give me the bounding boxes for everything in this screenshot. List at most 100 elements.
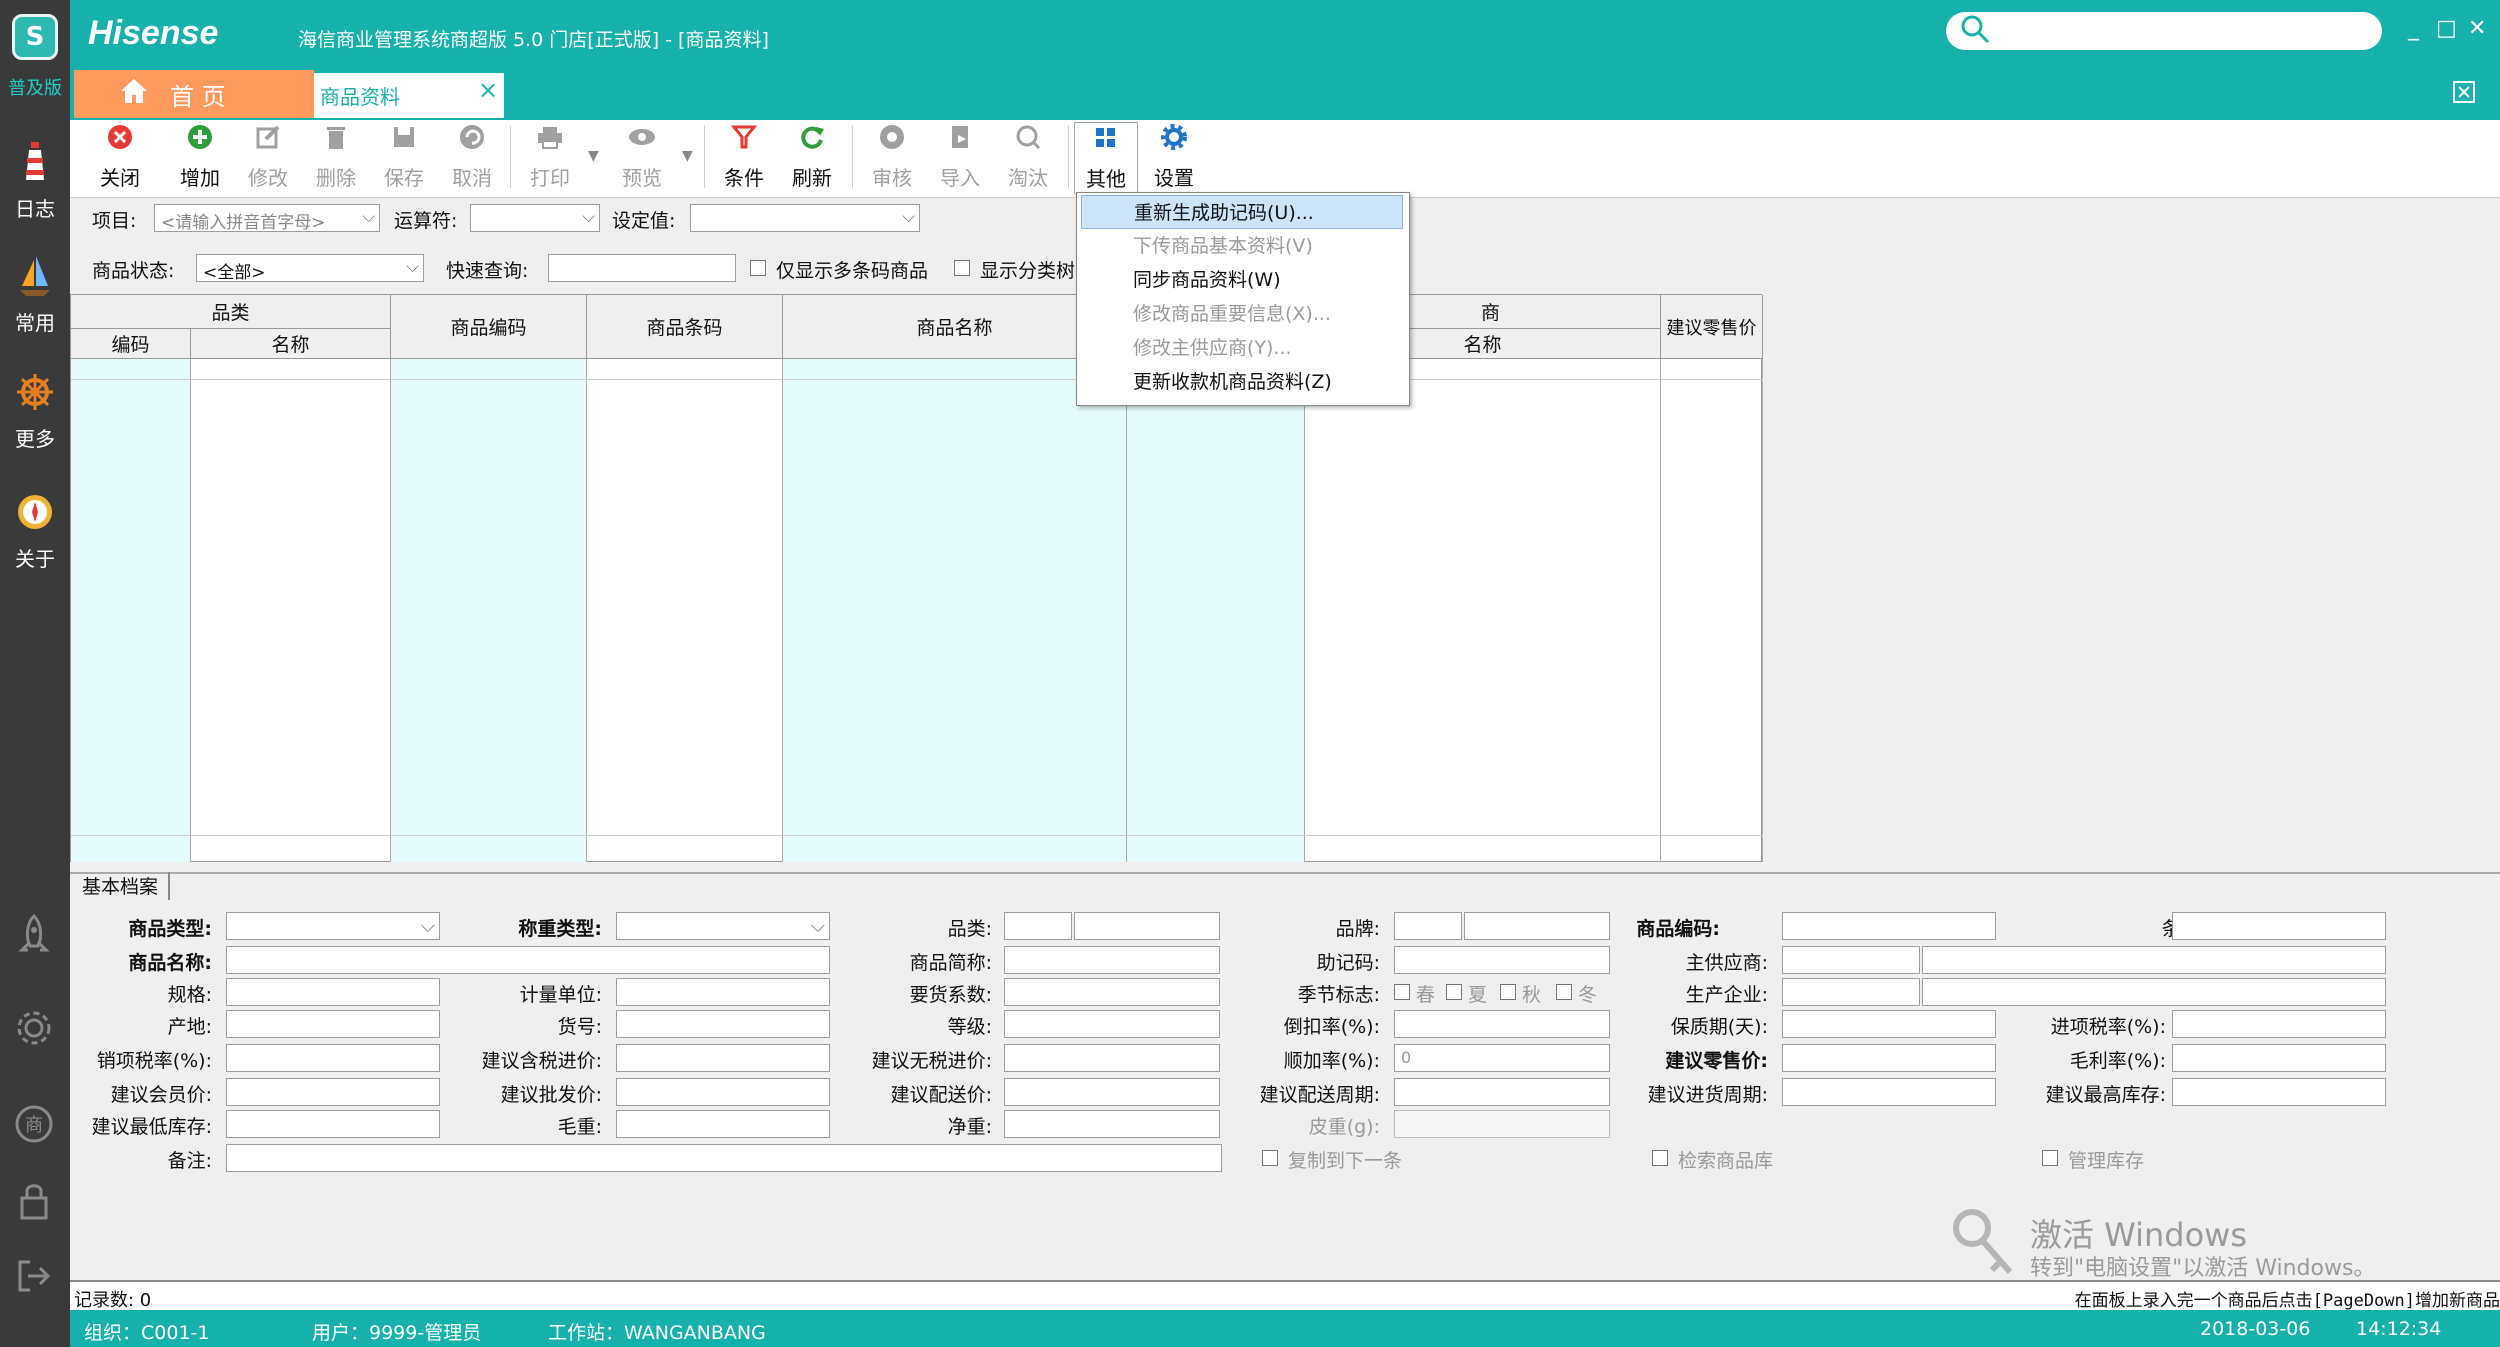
- short-name-input[interactable]: [1004, 946, 1220, 974]
- preview-dropdown-icon[interactable]: ▼: [682, 148, 693, 164]
- delivery-cycle-input[interactable]: [1394, 1078, 1610, 1106]
- tab-close-icon[interactable]: ×: [478, 76, 498, 104]
- exit-icon[interactable]: [14, 1256, 54, 1301]
- spec-input[interactable]: [226, 978, 440, 1006]
- product-type-select[interactable]: ⌵: [226, 912, 440, 940]
- sidebar-item-common[interactable]: 常用: [0, 254, 70, 336]
- add-button[interactable]: 增加: [168, 122, 232, 194]
- article-no-input[interactable]: [616, 1010, 830, 1038]
- sidebar-item-log[interactable]: 日志: [0, 140, 70, 222]
- menu-item-modify-main-supplier[interactable]: 修改主供应商(Y)...: [1081, 331, 1403, 365]
- max-stock-input[interactable]: [2172, 1078, 2386, 1106]
- minimize-button[interactable]: _: [2408, 16, 2419, 41]
- project-select[interactable]: <请输入拼音首字母> ⌵: [154, 204, 380, 233]
- rocket-icon[interactable]: [14, 912, 54, 963]
- print-dropdown-icon[interactable]: ▼: [588, 148, 599, 164]
- menu-item-sync-products[interactable]: 同步商品资料(W): [1081, 263, 1403, 297]
- season-spring-checkbox[interactable]: [1394, 984, 1410, 1000]
- member-price-input[interactable]: [226, 1078, 440, 1106]
- origin-input[interactable]: [226, 1010, 440, 1038]
- menu-item-regenerate-mnemonic[interactable]: 重新生成助记码(U)...: [1081, 195, 1403, 229]
- tab-basic-info[interactable]: 基本档案: [76, 872, 170, 900]
- net-weight-input[interactable]: [1004, 1110, 1220, 1138]
- deduct-rate-input[interactable]: [1394, 1010, 1610, 1038]
- multi-barcode-checkbox[interactable]: [750, 260, 766, 276]
- season-summer-checkbox[interactable]: [1446, 984, 1462, 1000]
- tab-product-info[interactable]: 商品资料: [314, 70, 504, 118]
- purchase-cycle-input[interactable]: [1782, 1078, 1996, 1106]
- gross-weight-input[interactable]: [616, 1110, 830, 1138]
- tab-home[interactable]: 首 页: [74, 70, 314, 118]
- tare-input[interactable]: [1394, 1110, 1610, 1138]
- menu-item-update-pos-products[interactable]: 更新收款机商品资料(Z): [1081, 365, 1403, 399]
- remark-input[interactable]: [226, 1144, 1222, 1172]
- close-window-button[interactable]: ✕: [2468, 16, 2486, 41]
- product-name-input[interactable]: [226, 946, 830, 974]
- audit-button[interactable]: 审核: [860, 122, 924, 194]
- notax-purchase-input[interactable]: [1004, 1044, 1220, 1072]
- manufacturer-code-input[interactable]: [1782, 978, 1920, 1006]
- show-tree-checkbox[interactable]: [954, 260, 970, 276]
- gross-rate-input[interactable]: [2172, 1044, 2386, 1072]
- import-button[interactable]: 导入: [928, 122, 992, 194]
- input-tax-input[interactable]: [2172, 1010, 2386, 1038]
- edit-button[interactable]: 修改: [236, 122, 300, 194]
- gear-icon[interactable]: [14, 1008, 54, 1053]
- wholesale-price-input[interactable]: [616, 1078, 830, 1106]
- markup-rate-input[interactable]: 0: [1394, 1044, 1610, 1072]
- min-stock-input[interactable]: [226, 1110, 440, 1138]
- menu-item-download-basic-info[interactable]: 下传商品基本资料(V): [1081, 229, 1403, 263]
- product-grid[interactable]: 品类 编码 名称 商品编码 商品条码 商品名称 商 名称 建议零售价: [70, 294, 1763, 862]
- status-select[interactable]: <全部> ⌵: [196, 254, 424, 283]
- settings-button[interactable]: 设置: [1142, 122, 1206, 194]
- product-code-input[interactable]: [1782, 912, 1996, 940]
- quick-query-input[interactable]: [548, 254, 736, 282]
- manufacturer-name-input[interactable]: [1922, 978, 2386, 1006]
- maximize-button[interactable]: □: [2436, 16, 2457, 41]
- save-button[interactable]: 保存: [372, 122, 436, 194]
- mnemonic-input[interactable]: [1394, 946, 1610, 974]
- header-retail-price[interactable]: 建议零售价: [1661, 295, 1763, 359]
- operator-select[interactable]: ⌵: [470, 204, 600, 232]
- season-winter-checkbox[interactable]: [1556, 984, 1572, 1000]
- condition-button[interactable]: 条件: [712, 122, 776, 194]
- cancel-button[interactable]: 取消: [440, 122, 504, 194]
- close-button[interactable]: 关闭: [88, 122, 152, 194]
- header-barcode[interactable]: 商品条码: [587, 295, 783, 359]
- print-button[interactable]: 打印: [518, 122, 582, 194]
- copy-next-checkbox[interactable]: [1262, 1150, 1278, 1166]
- close-all-tabs-icon[interactable]: [2452, 80, 2476, 109]
- shop-icon[interactable]: 商: [14, 1104, 54, 1149]
- brand-code-input[interactable]: [1394, 912, 1462, 940]
- unit-input[interactable]: [616, 978, 830, 1006]
- sidebar-item-more[interactable]: 更多: [0, 370, 70, 452]
- manage-stock-checkbox[interactable]: [2042, 1150, 2058, 1166]
- preview-button[interactable]: 预览: [610, 122, 674, 194]
- delete-button[interactable]: 删除: [304, 122, 368, 194]
- value-select[interactable]: ⌵: [690, 204, 920, 232]
- season-autumn-checkbox[interactable]: [1500, 984, 1516, 1000]
- lock-icon[interactable]: [14, 1180, 54, 1227]
- retail-price-input[interactable]: [1782, 1044, 1996, 1072]
- other-button[interactable]: 其他: [1074, 122, 1138, 194]
- menu-item-modify-important-info[interactable]: 修改商品重要信息(X)...: [1081, 297, 1403, 331]
- header-category-name[interactable]: 名称: [191, 329, 391, 359]
- shelf-life-input[interactable]: [1782, 1010, 1996, 1038]
- barcode-input[interactable]: [2172, 912, 2386, 940]
- grade-input[interactable]: [1004, 1010, 1220, 1038]
- output-tax-input[interactable]: [226, 1044, 440, 1072]
- main-supplier-code-input[interactable]: [1782, 946, 1920, 974]
- sidebar-item-about[interactable]: 关于: [0, 490, 70, 572]
- eliminate-button[interactable]: 淘汰: [996, 122, 1060, 194]
- header-category-code[interactable]: 编码: [71, 329, 191, 359]
- check-store-checkbox[interactable]: [1652, 1150, 1668, 1166]
- refresh-button[interactable]: 刷新: [780, 122, 844, 194]
- header-product-code[interactable]: 商品编码: [391, 295, 587, 359]
- brand-name-input[interactable]: [1464, 912, 1610, 940]
- tax-purchase-input[interactable]: [616, 1044, 830, 1072]
- category-code-input[interactable]: [1004, 912, 1072, 940]
- category-name-input[interactable]: [1074, 912, 1220, 940]
- main-supplier-name-input[interactable]: [1922, 946, 2386, 974]
- delivery-price-input[interactable]: [1004, 1078, 1220, 1106]
- search-input[interactable]: [1946, 12, 2382, 50]
